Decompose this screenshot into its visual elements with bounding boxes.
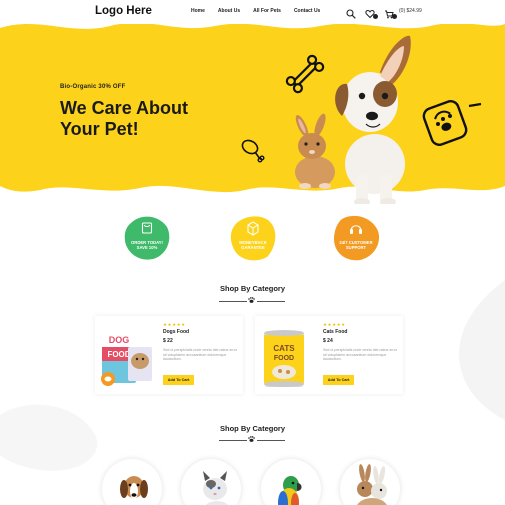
feature-moneyback: MONEYBACK GARANTEE (229, 213, 277, 261)
feature-label-line2: SUPPORT (345, 245, 367, 250)
product-name[interactable]: Dogs Food (163, 329, 189, 335)
parrot-image (278, 476, 302, 505)
hero-title: We Care About Your Pet! (60, 98, 189, 139)
dog-image (335, 35, 411, 204)
rabbit-category-image (357, 464, 387, 505)
section-title-2: Shop By Category (219, 424, 285, 433)
headset-icon (350, 225, 362, 234)
product-name[interactable]: Cats Food (323, 329, 347, 335)
nav-home[interactable]: Home (191, 8, 205, 14)
nav-contact-us[interactable]: Contact Us (294, 8, 320, 14)
box-icon (247, 221, 259, 236)
category-dogs[interactable] (102, 459, 162, 505)
section-title-1: Shop By Category (219, 284, 285, 293)
cart-icon[interactable] (384, 6, 397, 19)
background-shape (458, 280, 505, 420)
can-label-top: CATS (273, 344, 295, 353)
rating-stars: ★★★★★ (323, 322, 346, 327)
drumstick-icon (241, 139, 265, 163)
feature-order-today: ORDER TODAY! SAVE 10% (123, 213, 171, 261)
site-header: Logo Here Home About Us All For Pets Con… (0, 0, 505, 24)
wishlist-badge (373, 14, 378, 19)
can-label-bottom: FOOD (274, 355, 294, 362)
divider-right (257, 301, 285, 302)
feature-label-line2: SAVE 10% (136, 245, 158, 250)
product-description: Sed ut perspiciatis unde omnis iste natu… (323, 348, 397, 362)
can-label-top: DOG (109, 335, 130, 345)
category-rabbits[interactable] (340, 459, 400, 505)
rating-stars: ★★★★★ (163, 322, 186, 327)
cart-price: (0) $24.99 (399, 8, 422, 14)
nav-all-for-pets[interactable]: All For Pets (253, 8, 281, 14)
cat-image (203, 471, 229, 505)
category-birds[interactable] (261, 459, 321, 505)
bone-icon (285, 54, 325, 94)
product-price: $ 24 (323, 338, 333, 344)
header-icons: (0) $24.99 (346, 6, 422, 19)
divider-left (219, 301, 247, 302)
category-cats[interactable] (181, 459, 241, 505)
features-row: ORDER TODAY! SAVE 10% MONEYBACK GARANTEE… (0, 213, 505, 263)
nav-about-us[interactable]: About Us (218, 8, 240, 14)
product-card-cats-food[interactable]: CATS FOOD ★★★★★ Cats Food $ 24 Sed ut pe… (255, 316, 403, 394)
background-shape (0, 404, 98, 471)
hero-text: Bio-Organic 30% OFF We Care About Your P… (60, 84, 230, 140)
cats-food-image: CATS FOOD (264, 330, 304, 387)
bag-icon (141, 222, 153, 234)
dog-food-image: DOG FOOD (101, 331, 152, 386)
divider-right (257, 440, 285, 441)
heart-icon[interactable] (365, 6, 378, 19)
feature-label-line2: GARANTEE (241, 245, 265, 250)
hero-illustration (241, 35, 482, 204)
logo[interactable]: Logo Here (95, 5, 152, 17)
product-card-dogs-food[interactable]: DOG FOOD ★★★★★ Dogs Food $ 22 Sed ut per… (95, 316, 243, 394)
feature-support: 24/7 CUSTOMER SUPPORT (332, 213, 380, 261)
add-to-cart-button[interactable]: Add To Cart (323, 375, 354, 385)
rabbit-image (295, 113, 335, 189)
food-bowl-icon (422, 100, 482, 146)
product-price: $ 22 (163, 338, 173, 344)
search-icon[interactable] (346, 6, 356, 19)
beagle-image (120, 476, 148, 505)
paw-divider-icon (248, 297, 255, 303)
product-description: Sed ut perspiciatis unde omnis iste natu… (163, 348, 237, 362)
cart-badge (392, 14, 397, 19)
add-to-cart-button[interactable]: Add To Cart (163, 375, 194, 385)
main-nav: Home About Us All For Pets Contact Us (191, 8, 320, 14)
paw-divider-icon (248, 436, 255, 442)
hero-subtitle: Bio-Organic 30% OFF (60, 84, 126, 90)
can-label-bottom: FOOD (107, 350, 130, 359)
divider-left (219, 440, 247, 441)
